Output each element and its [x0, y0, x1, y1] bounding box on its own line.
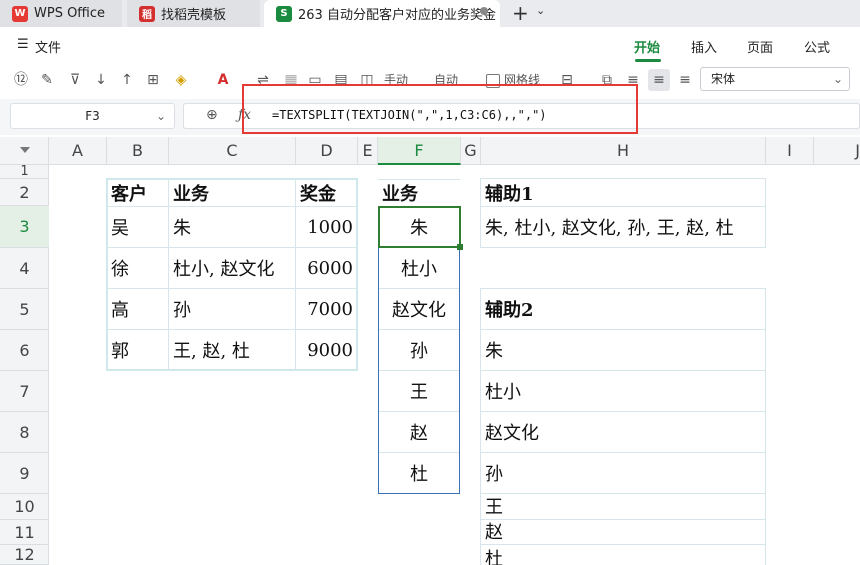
tab-label: 找稻壳模板 [161, 8, 227, 23]
active-cell-selection [378, 206, 461, 248]
column-header-f[interactable]: F [378, 137, 461, 165]
menu-home[interactable]: 开始 [634, 37, 660, 56]
chevron-down-icon: ⌄ [832, 72, 843, 86]
tab-template[interactable]: 稻 找稻壳模板 [127, 0, 260, 27]
column-header: A B C D E F G H I J [0, 137, 860, 165]
column-header-c[interactable]: C [169, 137, 296, 165]
row-header-7[interactable]: 7 [0, 371, 49, 412]
fcolumn-header[interactable]: 业务 [378, 179, 460, 206]
active-menu-indicator [635, 59, 661, 62]
menu-page[interactable]: 页面 [747, 37, 773, 56]
table-cell-business[interactable]: 孙 [169, 289, 295, 329]
fcolumn-cell[interactable]: 王 [379, 371, 459, 411]
table-header-bonus[interactable]: 奖金 [296, 179, 357, 206]
wps-logo-icon: W [12, 5, 28, 22]
column-header-b[interactable]: B [107, 137, 169, 165]
column-header-i[interactable]: I [766, 137, 814, 165]
helper2-cell[interactable]: 赵 [481, 520, 765, 544]
select-all-triangle-icon [20, 147, 30, 153]
row-header-11[interactable]: 11 [0, 520, 49, 545]
row-header-6[interactable]: 6 [0, 330, 49, 371]
helper2-cell[interactable]: 赵文化 [481, 412, 765, 452]
helper2-cell[interactable]: 杜小 [481, 371, 765, 411]
formula-highlight-box [242, 84, 638, 134]
fcolumn-cell[interactable]: 孙 [379, 330, 459, 370]
column-header-g[interactable]: G [461, 137, 481, 165]
name-box[interactable]: F3 ⌄ [10, 103, 175, 129]
chevron-down-icon[interactable]: ⌄ [536, 4, 545, 17]
format-painter-icon[interactable]: ✎ [38, 71, 56, 89]
menu-insert[interactable]: 插入 [691, 37, 717, 56]
row-header-4[interactable]: 4 [0, 248, 49, 289]
chevron-down-icon: ⌄ [155, 109, 166, 123]
column-header-j[interactable]: J [814, 137, 860, 165]
fcolumn-cell[interactable]: 赵文化 [379, 289, 459, 329]
column-header-d[interactable]: D [296, 137, 358, 165]
fcolumn-cell[interactable]: 杜小 [379, 248, 459, 288]
table-cell-customer[interactable]: 吴 [107, 207, 168, 247]
table-cell-customer[interactable]: 徐 [107, 248, 168, 288]
fill-color-icon[interactable]: ◈ [172, 71, 190, 89]
font-family-select[interactable]: 宋体 ⌄ [700, 67, 850, 91]
spreadsheet-logo-icon: S [276, 5, 292, 22]
helper2-cell[interactable]: 王 [481, 496, 765, 519]
row-header-12[interactable]: 12 [0, 545, 49, 565]
border-icon[interactable]: ⊞ [144, 71, 162, 89]
gridline [481, 493, 765, 494]
row-header-5[interactable]: 5 [0, 289, 49, 330]
row-header-8[interactable]: 8 [0, 412, 49, 453]
filter-icon[interactable]: ⊽ [66, 71, 84, 89]
table-cell-business[interactable]: 朱 [169, 207, 295, 247]
table-cell-business[interactable]: 杜小, 赵文化 [169, 248, 295, 288]
row-header-3[interactable]: 3 [0, 206, 49, 248]
row-header-1[interactable]: 1 [0, 165, 49, 179]
column-header-h[interactable]: H [481, 137, 766, 165]
template-logo-icon: 稻 [139, 5, 155, 22]
fcolumn-cell[interactable]: 杜 [379, 453, 459, 493]
helper1-header[interactable]: 辅助1 [481, 179, 765, 206]
fill-handle[interactable] [457, 244, 463, 250]
align-center-icon[interactable]: ≡ [648, 69, 670, 91]
tab-spreadsheet[interactable]: S 263 自动分配客户对应的业务奖金 [264, 0, 500, 27]
table-cell-bonus[interactable]: 7000 [296, 289, 357, 329]
table-cell-customer[interactable]: 高 [107, 289, 168, 329]
helper2-cell[interactable]: 朱 [481, 330, 765, 370]
row-header-2[interactable]: 2 [0, 179, 49, 206]
menu-formula[interactable]: 公式 [804, 37, 830, 56]
table-cell-bonus[interactable]: 9000 [296, 330, 357, 370]
table-cell-bonus[interactable]: 1000 [296, 207, 357, 247]
new-tab-icon[interactable]: + [512, 1, 529, 25]
align-right-icon[interactable]: ≡ [676, 71, 694, 89]
tab-label: WPS Office [34, 6, 106, 21]
tab-label: 263 自动分配客户对应的业务奖金 [298, 8, 496, 23]
font-family-value: 宋体 [711, 72, 736, 86]
helper2-header[interactable]: 辅助2 [481, 289, 765, 329]
menu-bar: ☰ 文件 开始 插入 页面 公式 [0, 27, 860, 63]
tab-wps-office[interactable]: W WPS Office [0, 0, 122, 27]
table-cell-bonus[interactable]: 6000 [296, 248, 357, 288]
table-header-business[interactable]: 业务 [169, 179, 295, 206]
sort-asc-icon[interactable]: ↓ [92, 71, 110, 89]
column-header-a[interactable]: A [49, 137, 107, 165]
row-header-9[interactable]: 9 [0, 453, 49, 494]
row-header: 1 2 3 4 5 6 7 8 9 10 11 12 [0, 165, 49, 565]
tab-bar: W WPS Office 稻 找稻壳模板 S 263 自动分配客户对应的业务奖金… [0, 0, 860, 27]
font-color-icon[interactable]: A [214, 71, 232, 89]
number-format-icon[interactable]: ⑫ [12, 71, 30, 89]
tab-close-icon[interactable] [480, 7, 488, 15]
menu-file[interactable]: 文件 [35, 37, 61, 56]
fcolumn-cell[interactable]: 赵 [379, 412, 459, 452]
helper1-value[interactable]: 朱, 杜小, 赵文化, 孙, 王, 赵, 杜 [481, 207, 765, 247]
name-box-value: F3 [85, 109, 100, 123]
column-header-e[interactable]: E [358, 137, 378, 165]
helper2-cell[interactable]: 孙 [481, 453, 765, 493]
sort-desc-icon[interactable]: ↑ [118, 71, 136, 89]
table-header-customer[interactable]: 客户 [107, 179, 168, 206]
hamburger-icon[interactable]: ☰ [17, 37, 29, 52]
table-cell-business[interactable]: 王, 赵, 杜 [169, 330, 295, 370]
helper2-cell[interactable]: 杜 [481, 545, 765, 565]
zoom-icon[interactable]: ⊕ [206, 107, 218, 123]
table-cell-customer[interactable]: 郭 [107, 330, 168, 370]
row-header-10[interactable]: 10 [0, 494, 49, 520]
